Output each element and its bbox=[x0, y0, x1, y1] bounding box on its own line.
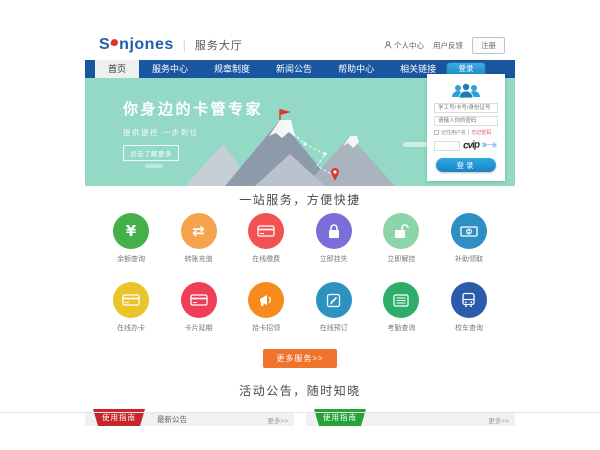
more-link[interactable]: 更多>> bbox=[267, 415, 288, 425]
services-row-2: 在线办卡 卡片延期 拾卡招领 bbox=[85, 282, 515, 333]
services-row-1: ¥ 余额查询 ⇄ 转账充值 在线缴费 bbox=[85, 213, 515, 264]
bank-card-icon[interactable] bbox=[113, 282, 149, 318]
captcha-image[interactable]: cvip bbox=[463, 139, 480, 151]
site-name: 服务大厅 bbox=[195, 37, 243, 53]
captcha-row: cvip 换一张 bbox=[434, 140, 498, 151]
hero-subtitle: 提供捷径 一步到位 bbox=[123, 127, 263, 138]
profile-link[interactable]: 个人中心 bbox=[384, 40, 424, 51]
cloud-icon bbox=[145, 164, 163, 168]
service-label: 在线预订 bbox=[304, 323, 364, 333]
announcements-title: 活动公告，随时知晓 bbox=[85, 382, 515, 399]
yen-glyph: ¥ bbox=[126, 222, 136, 240]
services-section: 一站服务，方便快捷 ¥ 余额查询 ⇄ 转账充值 bbox=[85, 186, 515, 368]
service-attendance[interactable]: 考勤查询 bbox=[371, 282, 431, 333]
announcement-tab-bars: 使用指南 最新公告 更多>> 使用指南 更多>> bbox=[85, 413, 515, 426]
nav-item-home[interactable]: 首页 bbox=[95, 60, 139, 78]
remember-separator: | bbox=[468, 130, 469, 136]
service-card-renewal[interactable]: 卡片延期 bbox=[169, 282, 229, 333]
service-cancel-loss[interactable]: 立即解挂 bbox=[371, 213, 431, 264]
bank-card-icon[interactable] bbox=[181, 282, 217, 318]
logo-text-1: S bbox=[99, 36, 110, 54]
service-label: 补助领取 bbox=[439, 254, 499, 264]
users-icon bbox=[449, 82, 483, 100]
forgot-password-link[interactable]: 忘记密码 bbox=[471, 129, 491, 136]
transfer-arrows-icon[interactable]: ⇄ bbox=[181, 213, 217, 249]
feedback-link-label: 用户反馈 bbox=[433, 40, 463, 51]
cloud-icon bbox=[403, 142, 429, 147]
service-found-card[interactable]: 拾卡招领 bbox=[236, 282, 296, 333]
password-input[interactable] bbox=[434, 116, 498, 126]
megaphone-icon[interactable] bbox=[248, 282, 284, 318]
header-right: 个人中心 用户反馈 注册 bbox=[384, 37, 505, 54]
nav-item-news[interactable]: 新闻公告 bbox=[263, 60, 325, 78]
service-open-card[interactable]: 在线办卡 bbox=[101, 282, 161, 333]
service-label: 立即挂失 bbox=[304, 254, 364, 264]
screen: S njones | 服务大厅 个人中心 用户反馈 注册 bbox=[0, 0, 600, 450]
guide-tab-bar: 使用指南 最新公告 更多>> bbox=[85, 413, 294, 426]
service-label: 立即解挂 bbox=[371, 254, 431, 264]
service-label: 余额查询 bbox=[101, 254, 161, 264]
bank-card-icon[interactable] bbox=[248, 213, 284, 249]
service-label: 转账充值 bbox=[169, 254, 229, 264]
service-label: 校车查询 bbox=[439, 323, 499, 333]
captcha-input[interactable] bbox=[434, 141, 460, 151]
transfer-glyph: ⇄ bbox=[192, 222, 205, 240]
remember-row: 记住用户名 | 忘记密码 bbox=[434, 129, 498, 136]
hero-copy: 你身边的卡管专家 提供捷径 一步到位 点击了解更多 bbox=[123, 98, 263, 161]
nav-item-help-center[interactable]: 帮助中心 bbox=[325, 60, 387, 78]
edit-icon[interactable] bbox=[316, 282, 352, 318]
hero-title: 你身边的卡管专家 bbox=[123, 98, 263, 119]
service-subsidy[interactable]: 补助领取 bbox=[439, 213, 499, 264]
login-submit-button[interactable]: 登录 bbox=[436, 158, 496, 172]
more-link[interactable]: 更多>> bbox=[488, 415, 509, 425]
unlock-icon[interactable] bbox=[383, 213, 419, 249]
nav-item-service-center[interactable]: 服务中心 bbox=[139, 60, 201, 78]
service-report-loss[interactable]: 立即挂失 bbox=[304, 213, 364, 264]
feedback-link[interactable]: 用户反馈 bbox=[433, 40, 463, 51]
service-label: 考勤查询 bbox=[371, 323, 431, 333]
service-pay-online[interactable]: 在线缴费 bbox=[236, 213, 296, 264]
captcha-refresh-link[interactable]: 换一张 bbox=[482, 142, 497, 149]
service-online-booking[interactable]: 在线预订 bbox=[304, 282, 364, 333]
service-label: 卡片延期 bbox=[169, 323, 229, 333]
service-school-bus[interactable]: 校车查询 bbox=[439, 282, 499, 333]
person-icon bbox=[384, 41, 392, 49]
services-title: 一站服务，方便快捷 bbox=[85, 194, 515, 207]
service-label: 在线办卡 bbox=[101, 323, 161, 333]
remember-label: 记住用户名 bbox=[441, 129, 466, 136]
section-divider bbox=[0, 412, 600, 413]
bus-icon[interactable] bbox=[451, 282, 487, 318]
synjones-logo[interactable]: S njones bbox=[99, 36, 174, 54]
login-panel: 登录 记住用户名 | 忘记密码 bbox=[427, 74, 505, 181]
list-icon[interactable] bbox=[383, 282, 419, 318]
service-label: 在线缴费 bbox=[236, 254, 296, 264]
logo-text-2: njones bbox=[119, 36, 174, 54]
username-input[interactable] bbox=[434, 103, 498, 113]
service-transfer[interactable]: ⇄ 转账充值 bbox=[169, 213, 229, 264]
banknote-icon[interactable] bbox=[451, 213, 487, 249]
page: S njones | 服务大厅 个人中心 用户反馈 注册 bbox=[85, 30, 515, 426]
profile-link-label: 个人中心 bbox=[394, 40, 424, 51]
latest-news-tab[interactable]: 最新公告 bbox=[157, 414, 187, 425]
logo-spark-icon bbox=[110, 38, 119, 47]
logo-divider: | bbox=[183, 38, 186, 52]
service-balance[interactable]: ¥ 余额查询 bbox=[101, 213, 161, 264]
header: S njones | 服务大厅 个人中心 用户反馈 注册 bbox=[85, 30, 515, 60]
lock-icon[interactable] bbox=[316, 213, 352, 249]
nav-item-rules[interactable]: 规章制度 bbox=[201, 60, 263, 78]
hero-more-button[interactable]: 点击了解更多 bbox=[123, 145, 179, 161]
register-button[interactable]: 注册 bbox=[472, 37, 505, 54]
remember-checkbox[interactable] bbox=[434, 130, 439, 135]
service-label: 拾卡招领 bbox=[236, 323, 296, 333]
hero-banner: 你身边的卡管专家 提供捷径 一步到位 点击了解更多 登录 bbox=[85, 78, 515, 186]
yen-icon[interactable]: ¥ bbox=[113, 213, 149, 249]
login-tab[interactable]: 登录 bbox=[446, 62, 486, 74]
more-services-button[interactable]: 更多服务>> bbox=[263, 349, 336, 368]
guide-tab-bar-right: 使用指南 更多>> bbox=[306, 413, 515, 426]
